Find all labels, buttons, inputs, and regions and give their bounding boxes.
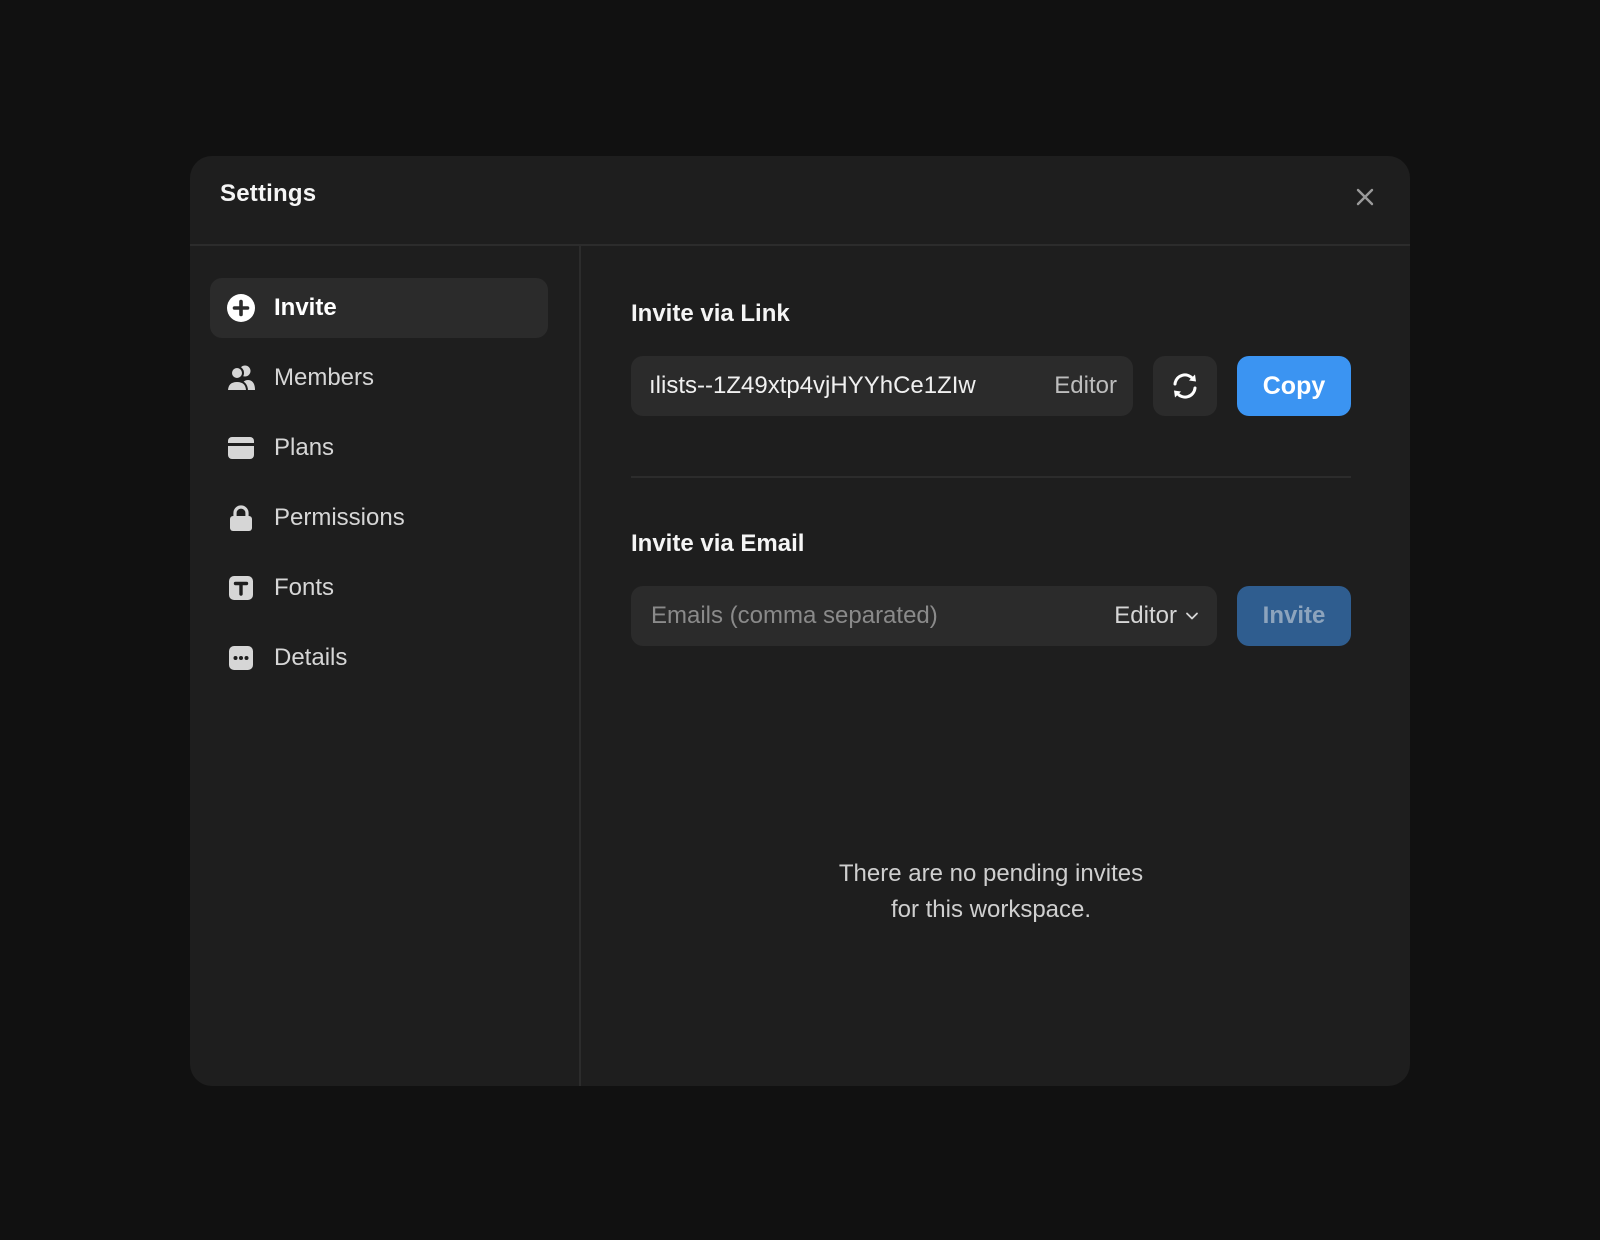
modal-title: Settings: [220, 180, 317, 207]
invite-email-title: Invite via Email: [631, 530, 805, 557]
modal-body: Invite Members Plans Permissions Fonts D…: [190, 246, 1410, 1086]
role-select[interactable]: Editor: [1114, 602, 1199, 630]
refresh-icon: [1173, 373, 1197, 399]
sidebar-nav: Invite Members Plans Permissions Fonts D…: [210, 278, 548, 698]
invite-link-role: Editor: [1054, 372, 1117, 399]
invite-email-field: Editor: [631, 586, 1217, 646]
sidebar-item-fonts[interactable]: Fonts: [210, 558, 548, 618]
empty-state-line: There are no pending invites: [838, 860, 1144, 887]
copy-link-button[interactable]: Copy: [1237, 356, 1351, 416]
invite-link-value[interactable]: ılists--1Z49xtp4vjHYYhCe1ZIw: [649, 372, 1042, 400]
sidebar-item-label: Plans: [274, 434, 335, 461]
sidebar-item-label: Fonts: [274, 574, 335, 601]
sidebar-item-members[interactable]: Members: [210, 348, 548, 408]
close-button[interactable]: [1348, 180, 1382, 214]
regenerate-link-button[interactable]: [1153, 356, 1217, 416]
settings-sidebar: Invite Members Plans Permissions Fonts D…: [190, 246, 581, 1086]
chevron-down-icon: [1186, 612, 1198, 620]
text-font-icon: [226, 573, 256, 603]
users-icon: [226, 363, 256, 393]
close-icon: [1356, 188, 1374, 206]
pending-invites-empty-state: There are no pending invites for this wo…: [631, 856, 1351, 928]
lock-icon: [226, 503, 256, 533]
send-invite-button[interactable]: Invite: [1237, 586, 1351, 646]
section-divider: [631, 476, 1351, 478]
modal-header: Settings: [190, 156, 1410, 246]
sidebar-item-details[interactable]: Details: [210, 628, 548, 688]
invite-link-field[interactable]: ılists--1Z49xtp4vjHYYhCe1ZIw Editor: [631, 356, 1133, 416]
sidebar-item-label: Invite: [274, 294, 337, 321]
sidebar-item-invite[interactable]: Invite: [210, 278, 548, 338]
email-input[interactable]: [649, 601, 1115, 631]
invite-panel: Invite via Link ılists--1Z49xtp4vjHYYhCe…: [581, 246, 1410, 1086]
sidebar-item-label: Members: [274, 364, 375, 391]
settings-modal: Settings Invite Members Plans Permission…: [190, 156, 1410, 1086]
plus-circle-icon: [226, 293, 256, 323]
sidebar-item-label: Permissions: [274, 504, 405, 531]
invite-link-title: Invite via Link: [631, 300, 790, 327]
credit-card-icon: [226, 433, 256, 463]
sidebar-item-plans[interactable]: Plans: [210, 418, 548, 478]
more-dots-icon: [226, 643, 256, 673]
sidebar-item-label: Details: [274, 644, 348, 671]
sidebar-item-permissions[interactable]: Permissions: [210, 488, 548, 548]
role-select-value: Editor: [1114, 602, 1177, 629]
empty-state-line: for this workspace.: [890, 896, 1092, 923]
